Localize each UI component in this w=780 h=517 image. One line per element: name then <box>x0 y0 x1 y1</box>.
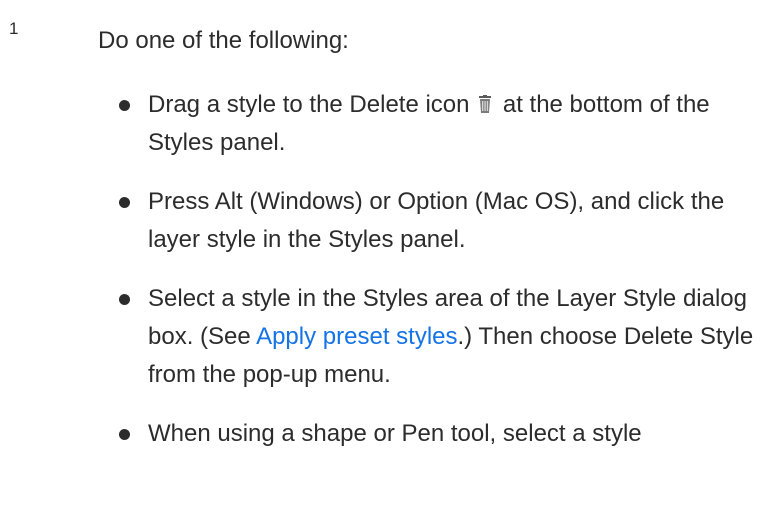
option-shape-pen-tool: When using a shape or Pen tool, select a… <box>118 415 778 453</box>
step-number: 1 <box>9 19 19 38</box>
option-text: When using a shape or Pen tool, select a… <box>148 420 642 447</box>
apply-preset-styles-link[interactable]: Apply preset styles <box>256 323 457 350</box>
bullet <box>119 197 130 208</box>
bullet <box>119 100 130 111</box>
option-drag-to-delete: Drag a style to the Delete icon at the b… <box>118 86 778 162</box>
option-layer-style-dialog: Select a style in the Styles area of the… <box>118 280 778 394</box>
bullet <box>119 429 130 440</box>
option-alt-click: Press Alt (Windows) or Option (Mac OS), … <box>118 183 778 259</box>
options-list: Drag a style to the Delete icon at the b… <box>118 86 778 474</box>
step-intro: Do one of the following: <box>98 27 349 54</box>
trash-icon <box>477 88 493 113</box>
option-text: Drag a style to the Delete icon <box>148 91 477 118</box>
option-text: Press Alt (Windows) or Option (Mac OS), … <box>148 188 725 253</box>
bullet <box>119 294 130 305</box>
